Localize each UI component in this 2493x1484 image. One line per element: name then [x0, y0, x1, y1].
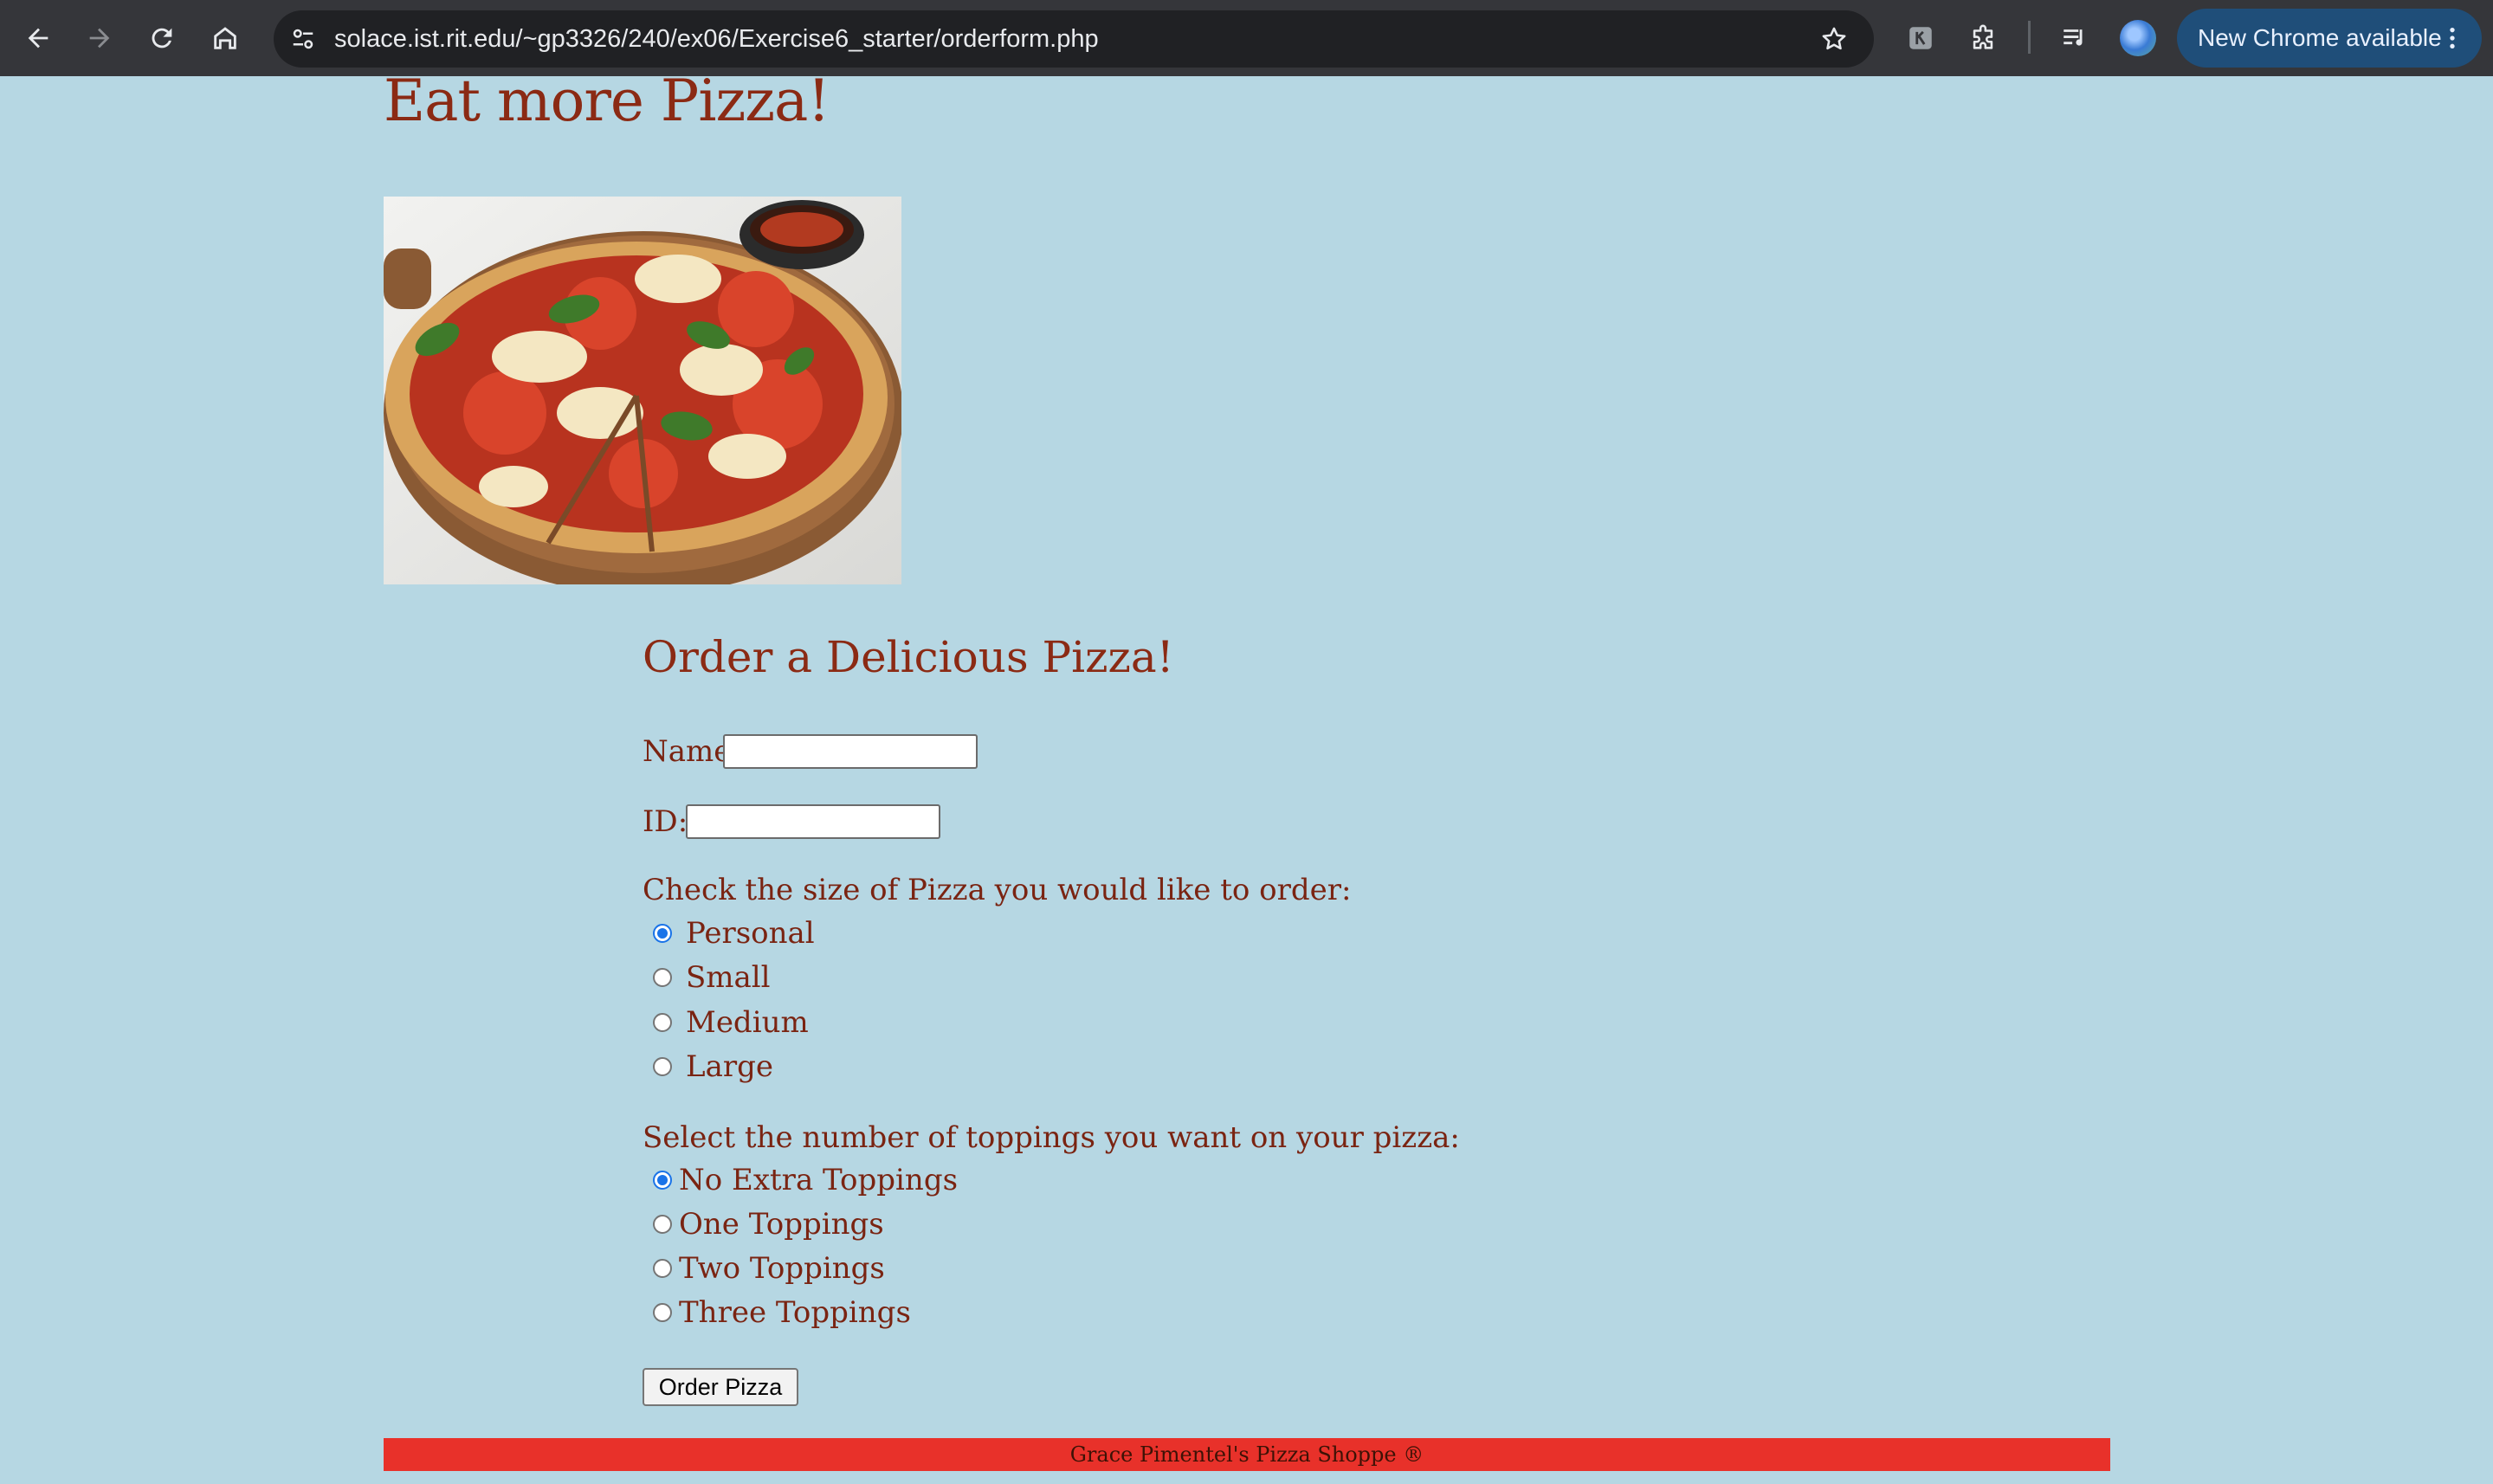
- reload-icon[interactable]: [141, 17, 183, 59]
- more-vert-icon[interactable]: [2435, 17, 2470, 59]
- size-prompt: Check the size of Pizza you would like t…: [643, 873, 1352, 907]
- size-small-label[interactable]: Small: [686, 960, 771, 995]
- footer-bar: Grace Pimentel's Pizza Shoppe ®: [384, 1438, 2110, 1471]
- browser-toolbar: solace.ist.rit.edu/~gp3326/240/ex06/Exer…: [0, 0, 2493, 76]
- size-small-radio[interactable]: [653, 968, 672, 987]
- bookmark-star-icon[interactable]: [1813, 18, 1855, 60]
- update-chrome-button[interactable]: New Chrome available: [2177, 9, 2482, 68]
- footer-text: Grace Pimentel's Pizza Shoppe ®: [1069, 1442, 1424, 1467]
- back-arrow-icon[interactable]: [17, 17, 59, 59]
- size-large-radio[interactable]: [653, 1057, 672, 1076]
- update-chrome-label: New Chrome available: [2198, 24, 2442, 51]
- id-label: ID:: [643, 804, 688, 839]
- size-medium-radio[interactable]: [653, 1013, 672, 1032]
- toppings-one-label[interactable]: One Toppings: [679, 1207, 884, 1242]
- toolbar-separator: [2028, 21, 2031, 54]
- toppings-prompt: Select the number of toppings you want o…: [643, 1120, 1460, 1155]
- toppings-none-label[interactable]: No Extra Toppings: [679, 1163, 958, 1197]
- forward-arrow-icon[interactable]: [79, 17, 120, 59]
- order-pizza-button[interactable]: Order Pizza: [643, 1368, 798, 1406]
- size-large-label[interactable]: Large: [686, 1049, 773, 1084]
- url-text[interactable]: solace.ist.rit.edu/~gp3326/240/ex06/Exer…: [334, 10, 1099, 68]
- order-heading: Order a Delicious Pizza!: [643, 632, 1174, 682]
- extension-k-icon[interactable]: [1900, 17, 1941, 59]
- size-personal-label[interactable]: Personal: [686, 916, 815, 951]
- size-personal-radio[interactable]: [653, 924, 672, 943]
- id-input[interactable]: [686, 804, 940, 839]
- toppings-one-radio[interactable]: [653, 1215, 672, 1234]
- toppings-two-label[interactable]: Two Toppings: [679, 1251, 885, 1286]
- toppings-two-radio[interactable]: [653, 1259, 672, 1278]
- name-input[interactable]: [723, 734, 978, 769]
- profile-avatar-icon[interactable]: [2120, 20, 2156, 56]
- media-control-icon[interactable]: [2054, 17, 2096, 59]
- extensions-puzzle-icon[interactable]: [1962, 17, 2004, 59]
- toppings-three-radio[interactable]: [653, 1303, 672, 1322]
- toppings-three-label[interactable]: Three Toppings: [679, 1295, 911, 1330]
- address-bar[interactable]: solace.ist.rit.edu/~gp3326/240/ex06/Exer…: [274, 10, 1874, 68]
- site-info-icon[interactable]: [282, 18, 324, 60]
- page-title: Eat more Pizza!: [384, 68, 830, 134]
- home-icon[interactable]: [204, 17, 246, 59]
- pizza-image: [384, 197, 903, 595]
- size-medium-label[interactable]: Medium: [686, 1005, 809, 1040]
- toppings-none-radio[interactable]: [653, 1171, 672, 1190]
